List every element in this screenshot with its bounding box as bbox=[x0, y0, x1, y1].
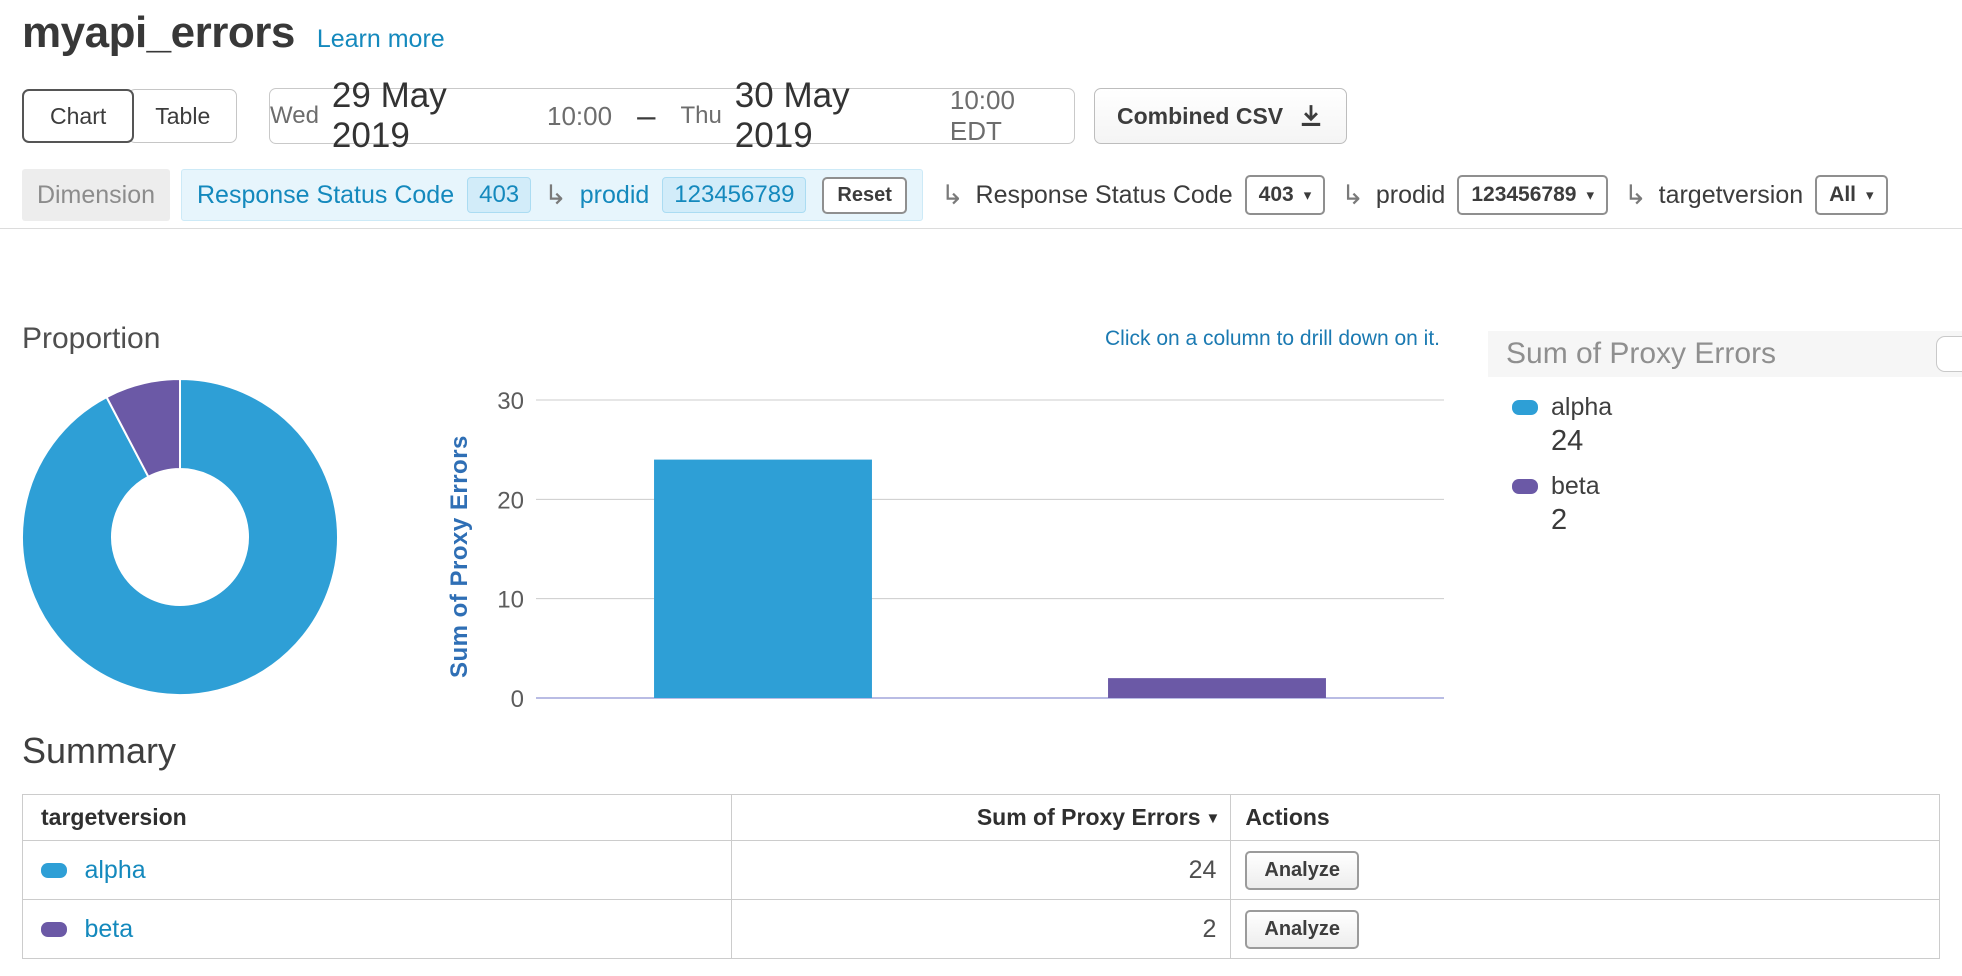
table-row-alpha: alpha 24 Analyze bbox=[23, 841, 1940, 900]
header-divider bbox=[0, 228, 1962, 229]
drilldown-arrow-icon: ↳ bbox=[544, 182, 567, 209]
legend-item-value: 24 bbox=[1551, 425, 1962, 458]
svg-text:10: 10 bbox=[497, 587, 524, 614]
date-range-start-day: Wed bbox=[270, 102, 319, 130]
proportion-donut-chart[interactable] bbox=[15, 372, 345, 702]
filter-name: Response Status Code bbox=[976, 181, 1233, 210]
summary-table-header-row: targetversion Sum of Proxy Errors▼ Actio… bbox=[23, 795, 1940, 841]
targetversion-dropdown[interactable]: All ▾ bbox=[1815, 175, 1887, 215]
chart-view-button[interactable]: Chart bbox=[22, 89, 134, 143]
caret-down-icon: ▾ bbox=[1866, 188, 1874, 203]
bar-chart[interactable]: 0 10 20 30 bbox=[486, 385, 1456, 720]
drilldown-arrow-icon: ↳ bbox=[1341, 182, 1364, 209]
breadcrumb-crumb-value[interactable]: 403 bbox=[467, 177, 531, 213]
alpha-drilldown-link[interactable]: alpha bbox=[84, 856, 145, 884]
date-range-start-time: 10:00 bbox=[547, 101, 612, 132]
beta-series-swatch bbox=[1512, 479, 1538, 494]
table-row-beta: beta 2 Analyze bbox=[23, 900, 1940, 959]
filter-group-targetversion: ↳ targetversion All ▾ bbox=[1624, 175, 1888, 215]
sort-desc-icon: ▼ bbox=[1206, 810, 1221, 827]
beta-drilldown-link[interactable]: beta bbox=[84, 915, 133, 943]
proportion-chart-title: Proportion bbox=[22, 322, 160, 356]
date-range-separator: – bbox=[637, 97, 655, 135]
download-icon bbox=[1298, 103, 1324, 129]
date-range-end-time: 10:00 EDT bbox=[950, 85, 1074, 147]
analyze-alpha-button[interactable]: Analyze bbox=[1245, 851, 1359, 890]
report-header: myapi_errors Learn more bbox=[22, 8, 445, 58]
breadcrumb-crumb-name[interactable]: Response Status Code bbox=[197, 181, 454, 210]
drilldown-arrow-icon: ↳ bbox=[1624, 182, 1647, 209]
drilldown-hint-text: Click on a column to drill down on it. bbox=[900, 327, 1440, 351]
legend-item-value: 2 bbox=[1551, 504, 1962, 537]
date-range-start-date: 29 May 2019 bbox=[332, 76, 534, 156]
reset-filters-button[interactable]: Reset bbox=[822, 177, 906, 214]
learn-more-link[interactable]: Learn more bbox=[317, 25, 445, 54]
filter-name: prodid bbox=[1376, 181, 1446, 210]
combined-csv-label: Combined CSV bbox=[1117, 103, 1283, 130]
legend-item-label: alpha bbox=[1551, 393, 1612, 422]
alpha-value-cell: 24 bbox=[731, 841, 1231, 900]
column-header-actions: Actions bbox=[1231, 795, 1940, 841]
view-toggle: Chart Table bbox=[22, 89, 237, 143]
toolbar: Chart Table Wed 29 May 2019 10:00 – Thu … bbox=[22, 88, 1940, 144]
legend-overflow-button[interactable] bbox=[1936, 336, 1962, 372]
legend-items: alpha 24 beta 2 bbox=[1488, 377, 1962, 537]
dimension-label: Dimension bbox=[22, 169, 170, 221]
prodid-dropdown[interactable]: 123456789 ▾ bbox=[1457, 175, 1608, 215]
date-range-picker[interactable]: Wed 29 May 2019 10:00 – Thu 30 May 2019 … bbox=[269, 88, 1075, 144]
svg-text:30: 30 bbox=[497, 388, 524, 415]
svg-text:0: 0 bbox=[511, 686, 524, 713]
filter-name: targetversion bbox=[1659, 181, 1804, 210]
svg-text:20: 20 bbox=[497, 487, 524, 514]
legend-title: Sum of Proxy Errors bbox=[1488, 331, 1962, 377]
filter-group-prodid: ↳ prodid 123456789 ▾ bbox=[1341, 175, 1608, 215]
filter-dropdowns: ↳ Response Status Code 403 ▾ ↳ prodid 12… bbox=[941, 175, 1888, 215]
date-range-end-day: Thu bbox=[680, 102, 721, 130]
breadcrumb-crumb-value[interactable]: 123456789 bbox=[662, 177, 806, 213]
active-filter-breadcrumb: Response Status Code 403 ↳ prodid 123456… bbox=[181, 169, 923, 221]
date-range-end-date: 30 May 2019 bbox=[735, 76, 937, 156]
custom-report-page: myapi_errors Learn more Chart Table Wed … bbox=[0, 0, 1962, 976]
dimension-bar: Dimension Response Status Code 403 ↳ pro… bbox=[22, 168, 1947, 222]
alpha-series-swatch bbox=[41, 863, 67, 878]
column-header-targetversion: targetversion bbox=[23, 795, 732, 841]
caret-down-icon: ▾ bbox=[1586, 188, 1594, 203]
combined-csv-button[interactable]: Combined CSV bbox=[1094, 88, 1347, 144]
dropdown-value: 123456789 bbox=[1471, 183, 1576, 207]
summary-title: Summary bbox=[22, 730, 176, 772]
page-title: myapi_errors bbox=[22, 8, 295, 58]
summary-table: targetversion Sum of Proxy Errors▼ Actio… bbox=[22, 794, 1940, 959]
dropdown-value: All bbox=[1829, 183, 1856, 207]
bar-chart-y-axis-label: Sum of Proxy Errors bbox=[438, 402, 482, 712]
breadcrumb-crumb-name[interactable]: prodid bbox=[580, 181, 650, 210]
caret-down-icon: ▾ bbox=[1304, 188, 1312, 203]
table-view-button[interactable]: Table bbox=[128, 89, 237, 143]
legend-item-alpha: alpha 24 bbox=[1512, 393, 1962, 458]
legend-item-label: beta bbox=[1551, 472, 1600, 501]
filter-group-response-status-code: ↳ Response Status Code 403 ▾ bbox=[941, 175, 1325, 215]
beta-value-cell: 2 bbox=[731, 900, 1231, 959]
dropdown-value: 403 bbox=[1259, 183, 1294, 207]
beta-series-swatch bbox=[41, 922, 67, 937]
analyze-beta-button[interactable]: Analyze bbox=[1245, 910, 1359, 949]
response-status-code-dropdown[interactable]: 403 ▾ bbox=[1245, 175, 1326, 215]
column-header-sum-of-proxy-errors[interactable]: Sum of Proxy Errors▼ bbox=[731, 795, 1231, 841]
alpha-series-swatch bbox=[1512, 400, 1538, 415]
legend-panel: Sum of Proxy Errors alpha 24 beta 2 bbox=[1488, 331, 1962, 537]
legend-item-beta: beta 2 bbox=[1512, 472, 1962, 537]
drilldown-arrow-icon: ↳ bbox=[941, 182, 964, 209]
